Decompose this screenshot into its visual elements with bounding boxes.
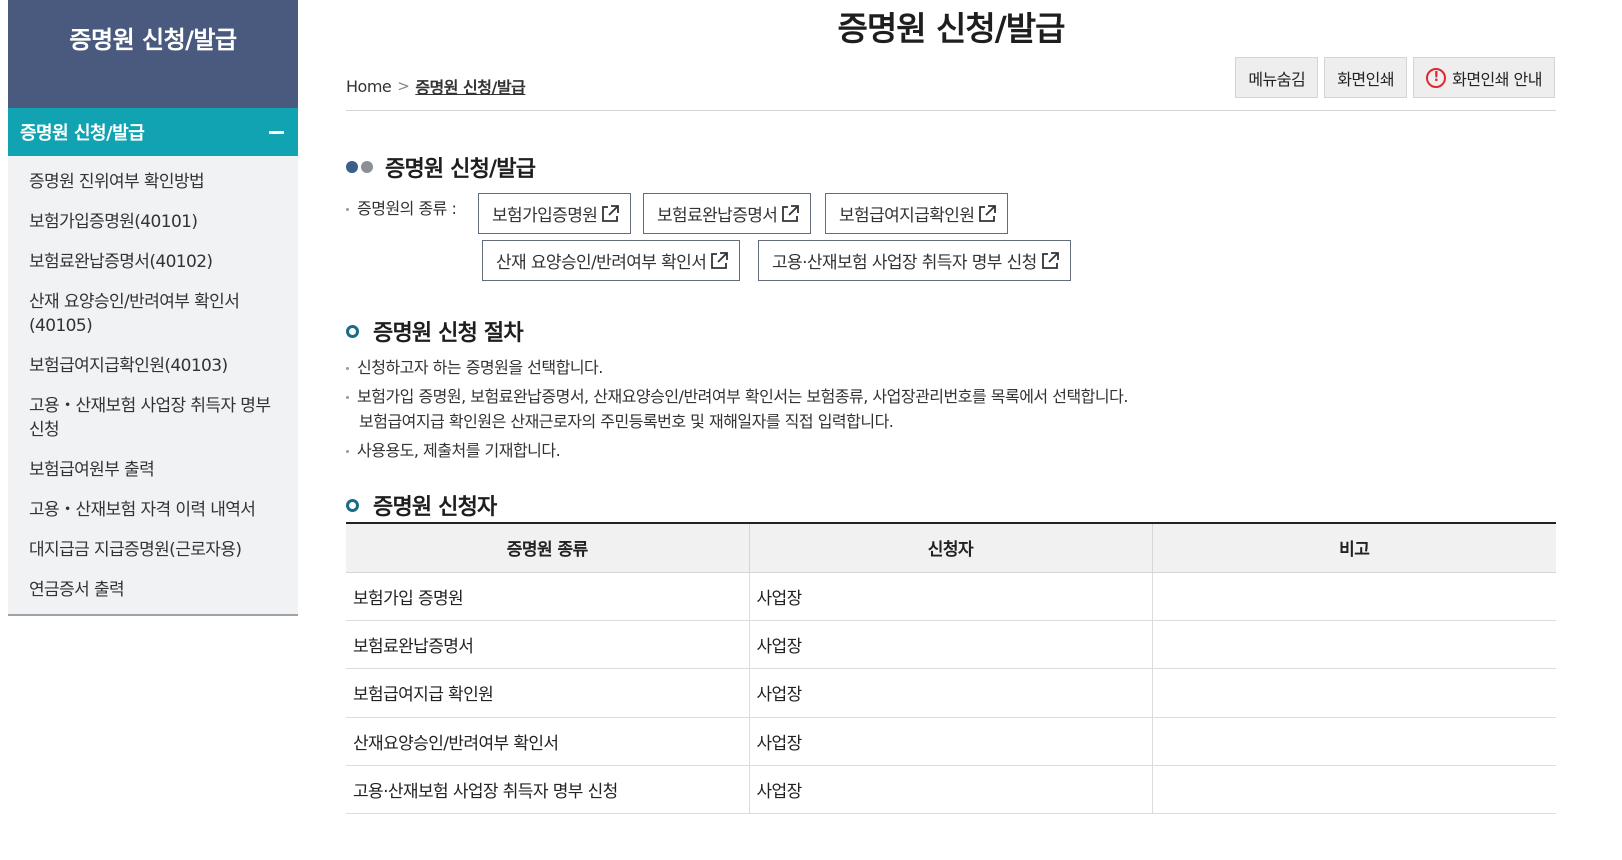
table-row: 보험료완납증명서 사업장 — [346, 620, 1556, 670]
cell-cert-type: 보험급여지급 확인원 — [346, 668, 749, 718]
sidebar-item-care-approval[interactable]: 산재 요양승인/반려여부 확인서 (40105) — [8, 282, 278, 346]
procedure-step-continued: 보험급여지급 확인원은 산재근로자의 주민등록번호 및 재해일자를 직접 입력합… — [359, 412, 894, 431]
cert-link-label: 산재 요양승인/반려여부 확인서 — [496, 253, 707, 273]
collapse-icon[interactable] — [269, 130, 284, 134]
cert-link-premium[interactable]: 보험료완납증명서 — [643, 193, 812, 234]
breadcrumb-home[interactable]: Home — [346, 77, 392, 96]
page-title: 증명원 신청/발급 — [837, 9, 1065, 48]
cell-note — [1151, 572, 1556, 621]
external-link-icon — [979, 204, 997, 222]
cert-link-label: 보험급여지급확인원 — [839, 206, 975, 226]
sidebar-item-premium-paid-certificate[interactable]: 보험료완납증명서(40102) — [8, 242, 298, 282]
cert-link-benefit[interactable]: 보험급여지급확인원 — [825, 193, 1009, 234]
section-title-apply-text: 증명원 신청/발급 — [385, 157, 536, 182]
table-header-row: 증명원 종류 신청자 비고 — [346, 522, 1556, 573]
cell-note — [1151, 668, 1556, 718]
cert-link-acquirer-roster[interactable]: 고용·산재보험 사업장 취득자 명부 신청 — [758, 240, 1071, 281]
sidebar-item-active[interactable]: 증명원 신청/발급 — [8, 108, 298, 156]
column-header-applicant: 신청자 — [748, 522, 1152, 573]
section-title-procedure-text: 증명원 신청 절차 — [373, 321, 524, 346]
sidebar-item-benefit-payment[interactable]: 보험급여지급확인원(40103) — [8, 346, 298, 386]
print-button[interactable]: 화면인쇄 — [1324, 57, 1408, 98]
procedure-step: 보험가입 증명원, 보험료완납증명서, 산재요양승인/반려여부 확인서는 보험종… — [346, 383, 1128, 407]
cell-cert-type: 산재요양승인/반려여부 확인서 — [346, 717, 749, 767]
sidebar-item-insurance-certificate[interactable]: 보험가입증명원(40101) — [8, 202, 298, 242]
print-guide-label: 화면인쇄 안내 — [1452, 69, 1542, 89]
table-row: 산재요양승인/반려여부 확인서 사업장 — [346, 717, 1556, 767]
external-link-icon — [602, 204, 620, 222]
breadcrumb: Home > 증명원 신청/발급 — [346, 74, 526, 98]
cell-cert-type: 고용·산재보험 사업장 취득자 명부 신청 — [346, 765, 749, 815]
section-title-apply: 증명원 신청/발급 — [346, 151, 536, 183]
sidebar-item-qualification-history[interactable]: 고용・산재보험 자격 이력 내역서 — [8, 490, 298, 530]
cert-link-label: 보험가입증명원 — [492, 206, 598, 226]
cell-applicant: 사업장 — [748, 717, 1152, 767]
procedure-step-text: 보험가입 증명원, 보험료완납증명서, 산재요양승인/반려여부 확인서는 보험종… — [357, 387, 1128, 406]
bullet-icon — [346, 396, 349, 399]
table-row: 보험가입 증명원 사업장 — [346, 572, 1556, 621]
cert-link-label: 고용·산재보험 사업장 취득자 명부 신청 — [772, 253, 1037, 273]
applicant-table: 증명원 종류 신청자 비고 보험가입 증명원 사업장 보험료완납증명서 사업장 … — [346, 522, 1556, 815]
table-row: 고용·산재보험 사업장 취득자 명부 신청 사업장 — [346, 765, 1556, 815]
procedure-step: 사용용도, 제출처를 기재합니다. — [346, 437, 561, 461]
cert-kind-label-text: 증명원의 종류 : — [357, 199, 457, 218]
hide-menu-button[interactable]: 메뉴숨김 — [1235, 57, 1319, 98]
column-header-cert-type: 증명원 종류 — [346, 522, 749, 573]
section-title-applicant: 증명원 신청자 — [346, 489, 497, 521]
external-link-icon — [782, 204, 800, 222]
page-tools: 메뉴숨김 화면인쇄 ! 화면인쇄 안내 — [1235, 57, 1555, 98]
warning-icon: ! — [1426, 67, 1447, 88]
chevron-right-icon: > — [397, 77, 410, 95]
cert-link-care-approval[interactable]: 산재 요양승인/반려여부 확인서 — [482, 240, 741, 281]
section-title-procedure: 증명원 신청 절차 — [346, 315, 524, 347]
sidebar-item-verify-method[interactable]: 증명원 진위여부 확인방법 — [8, 162, 298, 202]
procedure-step: 신청하고자 하는 증명원을 선택합니다. — [346, 354, 603, 378]
sidebar-item-benefit-ledger[interactable]: 보험급여원부 출력 — [8, 450, 298, 490]
double-dot-icon — [346, 161, 373, 173]
sidebar-item-active-label: 증명원 신청/발급 — [20, 123, 145, 144]
breadcrumb-current[interactable]: 증명원 신청/발급 — [415, 74, 525, 98]
cell-note — [1151, 620, 1556, 670]
cell-note — [1151, 717, 1556, 767]
cert-kind-label: 증명원의 종류 : — [346, 195, 457, 219]
cell-note — [1151, 765, 1556, 815]
sidebar-submenu: 증명원 진위여부 확인방법 보험가입증명원(40101) 보험료완납증명서(40… — [8, 156, 298, 616]
external-link-icon — [711, 251, 729, 269]
divider — [346, 110, 1556, 111]
cell-cert-type: 보험가입 증명원 — [346, 572, 749, 621]
table-row: 보험급여지급 확인원 사업장 — [346, 668, 1556, 718]
cell-applicant: 사업장 — [748, 620, 1152, 670]
circle-bullet-icon — [346, 324, 359, 338]
procedure-step-text: 사용용도, 제출처를 기재합니다. — [357, 441, 561, 460]
sidebar-item-pension-certificate[interactable]: 연금증서 출력 — [8, 570, 298, 610]
cell-applicant: 사업장 — [748, 572, 1152, 621]
cell-cert-type: 보험료완납증명서 — [346, 620, 749, 670]
bullet-icon — [346, 450, 349, 453]
print-guide-button[interactable]: ! 화면인쇄 안내 — [1413, 57, 1555, 98]
cert-link-label: 보험료완납증명서 — [657, 206, 778, 226]
sidebar-item-acquirer-roster[interactable]: 고용・산재보험 사업장 취득자 명부 신청 — [8, 386, 293, 450]
section-title-applicant-text: 증명원 신청자 — [373, 495, 497, 520]
bullet-icon — [346, 367, 349, 370]
column-header-note: 비고 — [1151, 522, 1556, 573]
cert-link-insurance[interactable]: 보험가입증명원 — [478, 193, 632, 234]
sidebar-item-substitute-payment[interactable]: 대지급금 지급증명원(근로자용) — [8, 530, 298, 570]
sidebar: 증명원 신청/발급 증명원 신청/발급 증명원 진위여부 확인방법 보험가입증명… — [8, 0, 298, 616]
circle-bullet-icon — [346, 498, 359, 512]
cell-applicant: 사업장 — [748, 765, 1152, 815]
external-link-icon — [1041, 251, 1059, 269]
procedure-step-text: 신청하고자 하는 증명원을 선택합니다. — [357, 358, 603, 377]
sidebar-title: 증명원 신청/발급 — [8, 0, 298, 108]
cell-applicant: 사업장 — [748, 668, 1152, 718]
bullet-icon — [346, 208, 349, 211]
